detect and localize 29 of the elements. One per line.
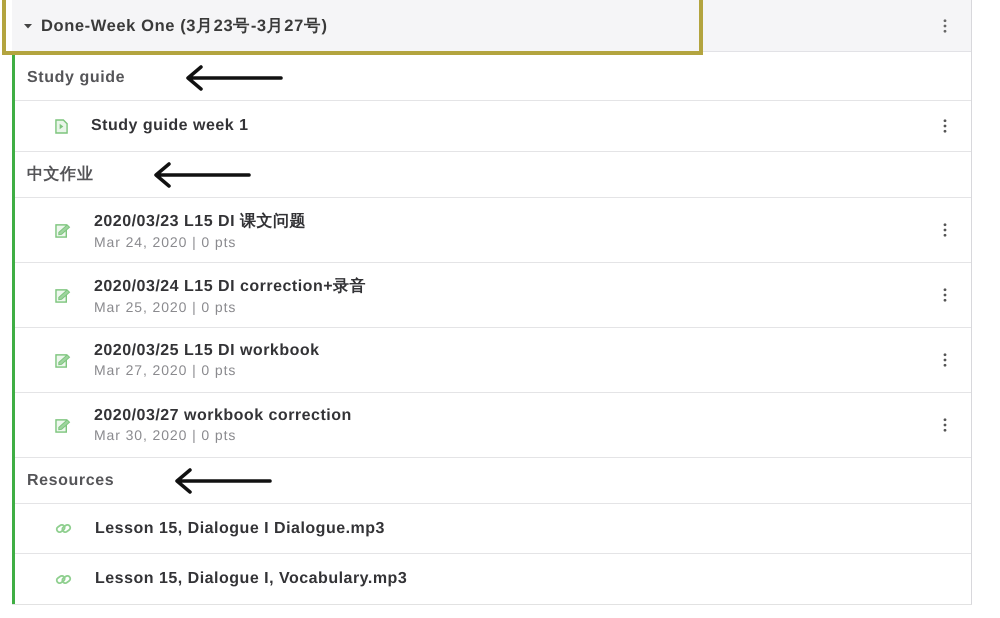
assignment-details: Mar 24, 2020 | 0 pts — [94, 234, 238, 250]
kebab-menu-icon[interactable] — [943, 119, 947, 133]
kebab-menu-icon[interactable] — [943, 418, 947, 432]
kebab-menu-icon[interactable] — [943, 288, 947, 302]
kebab-menu-icon[interactable] — [943, 353, 947, 367]
assignment-details: Mar 25, 2020 | 0 pts — [94, 298, 238, 314]
subheader-title: Resources — [27, 472, 114, 490]
subheader-title: 中文作业 — [27, 164, 94, 185]
assignment-details: Mar 27, 2020 | 0 pts — [94, 362, 238, 378]
edit-document-icon — [55, 222, 71, 238]
edit-document-icon — [55, 288, 71, 302]
kebab-menu-icon[interactable] — [943, 223, 947, 237]
kebab-menu-icon[interactable] — [943, 18, 947, 32]
module-title: Done-Week One (3月23号-3月27号) — [41, 16, 328, 36]
file-link[interactable]: Lesson 15, Dialogue I Dialogue.mp3 — [95, 520, 385, 538]
assignment-link[interactable]: 2020/03/27 workbook correction — [94, 407, 352, 425]
assignment-link[interactable]: 2020/03/23 L15 DI 课文问题 — [94, 210, 306, 232]
link-icon — [55, 522, 72, 535]
assignment-link[interactable]: 2020/03/24 L15 DI correction+录音 — [94, 276, 366, 296]
link-icon — [55, 572, 72, 586]
edit-document-icon — [55, 418, 71, 432]
subheader-title: Study guide — [27, 68, 126, 86]
page-link[interactable]: Study guide week 1 — [91, 117, 248, 135]
assignment-details: Mar 30, 2020 | 0 pts — [94, 427, 238, 443]
file-link[interactable]: Lesson 15, Dialogue I, Vocabulary.mp3 — [95, 570, 408, 588]
edit-document-icon — [55, 352, 71, 368]
document-icon — [55, 118, 68, 134]
caret-down-icon[interactable] — [24, 22, 32, 30]
assignment-link[interactable]: 2020/03/25 L15 DI workbook — [94, 342, 320, 360]
